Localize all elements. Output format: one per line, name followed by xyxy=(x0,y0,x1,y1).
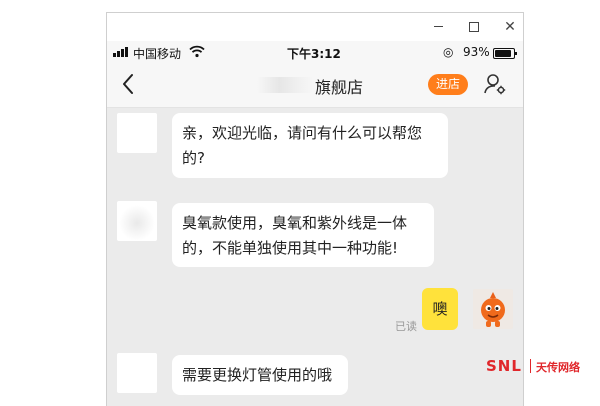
battery-icon xyxy=(493,48,517,59)
store-title: 旗舰店 xyxy=(315,78,364,97)
status-time: 下午3:12 xyxy=(287,47,341,61)
message-bubble: 需要更换灯管使用的哦 xyxy=(172,355,348,395)
watermark-divider xyxy=(530,359,531,373)
signal-icon xyxy=(113,47,129,57)
shop-avatar[interactable] xyxy=(117,201,157,241)
carrier-name: 中国移动 xyxy=(133,47,182,61)
close-button[interactable]: ✕ xyxy=(499,17,521,37)
read-receipt: 已读 xyxy=(395,320,417,333)
enter-store-button[interactable]: 进店 xyxy=(428,74,468,95)
minimize-icon xyxy=(433,26,443,27)
shop-avatar[interactable] xyxy=(117,353,157,393)
wifi-icon xyxy=(189,45,205,58)
watermark-name: 天传网络 xyxy=(536,361,580,374)
rotation-lock-icon: ◎ xyxy=(443,45,454,59)
chat-navbar: 旗舰店 进店 xyxy=(107,63,523,108)
user-settings-icon[interactable] xyxy=(483,72,507,96)
message-bubble: 臭氧款使用，臭氧和紫外线是一体的，不能单独使用其中一种功能! xyxy=(172,203,434,267)
app-window: ✕ 中国移动 下午3:12 ◎ 93% 旗舰店 进店 亲，欢迎光临，请问有什么可… xyxy=(106,12,524,406)
mascot-icon xyxy=(481,292,505,327)
blurred-store-name xyxy=(257,77,313,93)
window-title-bar: ✕ xyxy=(107,13,523,41)
back-arrow-icon[interactable] xyxy=(117,71,141,97)
close-icon: ✕ xyxy=(504,19,516,35)
battery-percentage: 93% xyxy=(463,45,490,59)
watermark-logo: SNL 天传网络 xyxy=(486,357,580,375)
shop-avatar[interactable] xyxy=(117,113,157,153)
own-message-bubble: 噢 xyxy=(422,288,458,330)
maximize-button[interactable] xyxy=(463,17,485,37)
maximize-icon xyxy=(469,21,479,32)
watermark-brand: SNL xyxy=(486,357,522,375)
user-avatar[interactable] xyxy=(473,289,513,329)
minimize-button[interactable] xyxy=(427,17,449,37)
phone-status-bar: 中国移动 下午3:12 ◎ 93% xyxy=(107,41,523,63)
message-bubble: 亲，欢迎光临，请问有什么可以帮您的? xyxy=(172,113,448,178)
